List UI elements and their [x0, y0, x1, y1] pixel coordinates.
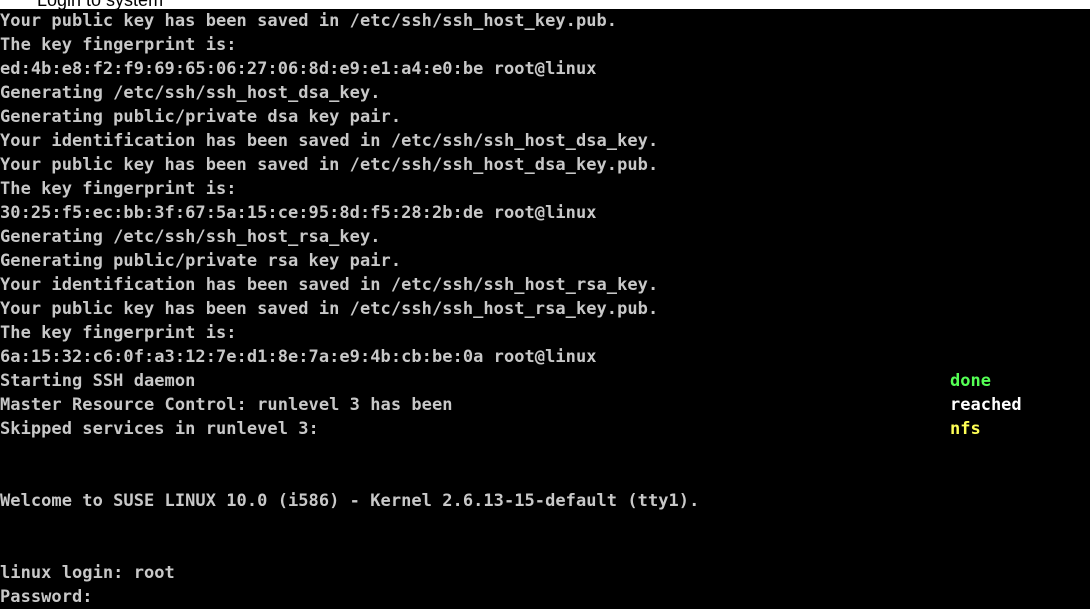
status-done: done [950, 371, 991, 391]
welcome-banner: Welcome to SUSE LINUX 10.0 (i586) - Kern… [0, 491, 700, 511]
console-line: Your public key has been saved in /etc/s… [0, 155, 659, 175]
console-line: Starting SSH daemon [0, 371, 196, 391]
status-reached: reached [950, 395, 1022, 415]
console-line: ed:4b:e8:f2:f9:69:65:06:27:06:8d:e9:e1:a… [0, 59, 597, 79]
console-line: The key fingerprint is: [0, 35, 237, 55]
console-line: Generating /etc/ssh/ssh_host_rsa_key. [0, 227, 381, 247]
console-line: Your identification has been saved in /e… [0, 131, 659, 151]
console-line: The key fingerprint is: [0, 179, 237, 199]
page: Login to system Your public key has been… [0, 0, 1090, 609]
console-line: Generating /etc/ssh/ssh_host_dsa_key. [0, 83, 381, 103]
login-prompt[interactable]: linux login: root [0, 561, 175, 585]
console-line: Skipped services in runlevel 3: [0, 419, 319, 439]
console-line: Your public key has been saved in /etc/s… [0, 11, 618, 31]
console-line: Master Resource Control: runlevel 3 has … [0, 395, 453, 415]
password-prompt[interactable]: Password: [0, 585, 93, 609]
console-line: Your public key has been saved in /etc/s… [0, 299, 659, 319]
terminal-console[interactable]: Your public key has been saved in /etc/s… [0, 9, 1090, 609]
console-line: Generating public/private rsa key pair. [0, 251, 402, 271]
console-line: Generating public/private dsa key pair. [0, 107, 402, 127]
status-skipped-nfs: nfs [950, 419, 981, 439]
console-line: 30:25:f5:ec:bb:3f:67:5a:15:ce:95:8d:f5:2… [0, 203, 597, 223]
console-line: Your identification has been saved in /e… [0, 275, 659, 295]
console-line: The key fingerprint is: [0, 323, 237, 343]
console-line: 6a:15:32:c6:0f:a3:12:7e:d1:8e:7a:e9:4b:c… [0, 347, 597, 367]
caption-title: Login to system [37, 0, 164, 10]
